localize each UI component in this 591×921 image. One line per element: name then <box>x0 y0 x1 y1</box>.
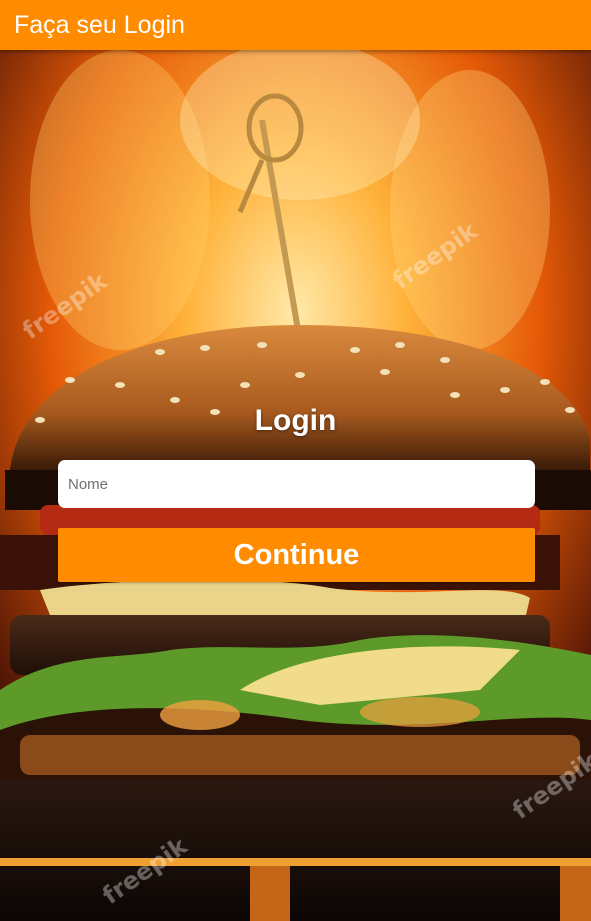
continue-button[interactable]: Continue <box>58 528 535 582</box>
login-screen: Faça seu Login freepik freepik freepik f… <box>0 0 591 921</box>
app-bar-title: Faça seu Login <box>14 10 185 39</box>
login-title: Login <box>254 404 337 437</box>
app-bar: Faça seu Login <box>0 0 591 50</box>
name-input[interactable] <box>58 460 535 508</box>
